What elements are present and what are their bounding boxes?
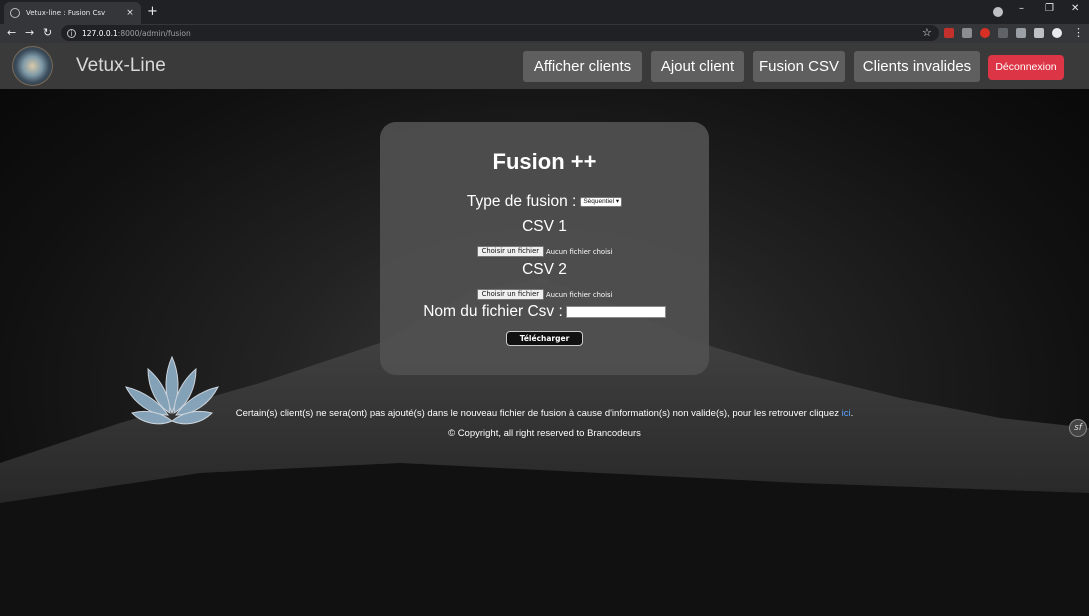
nav-afficher-clients[interactable]: Afficher clients [523, 51, 642, 82]
extension-icon[interactable] [944, 28, 954, 38]
nav-ajout-client[interactable]: Ajout client [651, 51, 744, 82]
forward-icon[interactable]: → [25, 25, 34, 41]
browser-toolbar: ← → ↻ i 127.0.0.1:8000/admin/fusion ☆ ⋮ [0, 24, 1089, 43]
brand-name[interactable]: Vetux-Line [76, 55, 166, 77]
tab-title: Vetux-line : Fusion Csv [26, 9, 106, 17]
csv1-file-row: Choisir un fichier Aucun fichier choisi [380, 241, 709, 260]
address-bar[interactable]: i 127.0.0.1:8000/admin/fusion [61, 25, 939, 41]
tab-close-icon[interactable]: × [125, 8, 135, 18]
filename-label: Nom du fichier Csv : [423, 303, 563, 320]
notice-text: Certain(s) client(s) ne sera(ont) pas aj… [235, 408, 842, 419]
csv2-file-row: Choisir un fichier Aucun fichier choisi [380, 284, 709, 303]
bookmark-star-icon[interactable]: ☆ [922, 26, 932, 39]
globe-icon [10, 8, 20, 18]
avatar[interactable] [1052, 28, 1062, 38]
csv2-file-button[interactable]: Choisir un fichier [476, 289, 545, 300]
puzzle-icon[interactable] [1034, 28, 1044, 38]
notice-suffix: . [850, 408, 854, 419]
browser-menu-icon[interactable]: ⋮ [1073, 25, 1084, 41]
restore-icon[interactable]: ❐ [1045, 3, 1054, 14]
csv2-label: CSV 2 [522, 261, 567, 278]
page-viewport: Vetux-Line Afficher clients Ajout client… [0, 43, 1089, 616]
symfony-toolbar-icon[interactable]: sf [1069, 419, 1087, 437]
url-path: :8000/admin/fusion [117, 28, 191, 38]
fusion-type-label: Type de fusion : [466, 193, 577, 210]
browser-tabstrip: Vetux-line : Fusion Csv × + – ❐ ✕ [0, 0, 1089, 24]
reload-icon[interactable]: ↻ [43, 25, 52, 41]
form-title: Fusion ++ [492, 149, 597, 174]
csv1-file-button[interactable]: Choisir un fichier [476, 246, 545, 257]
site-info-icon[interactable]: i [67, 28, 76, 38]
fusion-type-row: Type de fusion : Séquentiel ▾ [380, 193, 709, 211]
invalid-clients-link[interactable]: ici [842, 408, 851, 419]
download-button[interactable]: Télécharger [506, 331, 583, 346]
back-icon[interactable]: ← [7, 25, 16, 41]
fusion-type-selected: Séquentiel [583, 197, 615, 205]
csv1-file-status: Aucun fichier choisi [546, 247, 613, 256]
filename-input[interactable] [565, 305, 666, 318]
window-close-icon[interactable]: ✕ [1071, 3, 1079, 14]
fusion-type-select[interactable]: Séquentiel ▾ [580, 196, 623, 207]
address-url: 127.0.0.1:8000/admin/fusion [82, 29, 191, 38]
csv2-file-status: Aucun fichier choisi [546, 290, 613, 299]
site-navbar: Vetux-Line Afficher clients Ajout client… [0, 43, 1089, 89]
extension-icon[interactable] [998, 28, 1008, 38]
invalid-clients-notice: Certain(s) client(s) ne sera(ont) pas aj… [0, 408, 1089, 419]
filename-row: Nom du fichier Csv : [380, 303, 709, 321]
extension-icon[interactable] [980, 28, 990, 38]
browser-tab-active[interactable]: Vetux-line : Fusion Csv × [4, 2, 141, 24]
minimize-icon[interactable]: – [1019, 3, 1024, 14]
lotus-logo[interactable] [12, 46, 53, 86]
csv1-label: CSV 1 [522, 218, 567, 235]
lotus-decoration [125, 355, 219, 425]
url-host: 127.0.0.1 [82, 28, 118, 38]
copyright-footer: © Copyright, all right reserved to Branc… [448, 428, 641, 439]
extension-icon[interactable] [962, 28, 972, 38]
nav-clients-invalides[interactable]: Clients invalides [854, 51, 980, 82]
tab-search-icon[interactable] [993, 7, 1003, 17]
fusion-form-card: Fusion ++ Type de fusion : Séquentiel ▾ C… [380, 122, 709, 375]
nav-fusion-csv[interactable]: Fusion CSV [753, 51, 845, 82]
logout-button[interactable]: Déconnexion [988, 55, 1064, 80]
new-tab-icon[interactable]: + [147, 4, 158, 20]
extension-icon[interactable] [1016, 28, 1026, 38]
